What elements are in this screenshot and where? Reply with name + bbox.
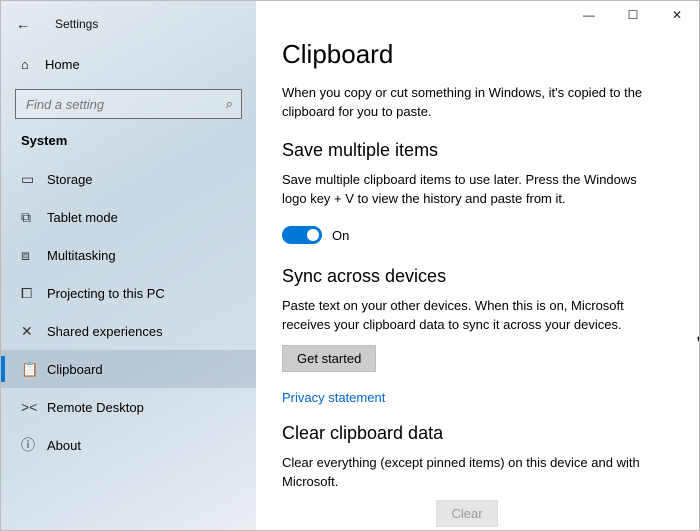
section-sync-title: Sync across devices [282, 266, 671, 287]
window-controls: — ☐ ✕ [567, 1, 699, 29]
sidebar-item-tablet-mode[interactable]: ⧉ Tablet mode [1, 198, 256, 236]
sidebar-item-projecting[interactable]: ⧠ Projecting to this PC [1, 274, 256, 312]
section-clear-title: Clear clipboard data [282, 423, 671, 444]
shared-icon: ✕ [21, 323, 47, 340]
home-label: Home [45, 57, 80, 72]
storage-icon: ▭ [21, 171, 47, 188]
search-icon: ⌕ [226, 96, 233, 112]
sidebar-item-label: Shared experiences [47, 324, 163, 339]
sidebar-item-label: Storage [47, 172, 93, 187]
remote-icon: >< [21, 399, 47, 415]
sidebar-item-label: Remote Desktop [47, 400, 144, 415]
home-icon: ⌂ [21, 57, 45, 72]
page-intro: When you copy or cut something in Window… [282, 84, 652, 122]
toggle-state-label: On [332, 228, 349, 243]
search-box[interactable]: ⌕ [15, 89, 242, 119]
search-wrap: ⌕ [1, 81, 256, 129]
settings-window: ← Settings ⌂ Home ⌕ System ▭ Storage ⧉ T… [1, 1, 699, 530]
sidebar-item-label: About [47, 438, 81, 453]
sidebar-item-clipboard[interactable]: 📋 Clipboard [1, 350, 256, 388]
tablet-icon: ⧉ [21, 209, 47, 226]
window-title: Settings [55, 17, 98, 31]
save-multiple-toggle[interactable] [282, 226, 322, 244]
section-save-multiple-title: Save multiple items [282, 140, 671, 161]
sidebar-item-label: Clipboard [47, 362, 103, 377]
back-button[interactable]: ← [9, 16, 37, 32]
about-icon: ⓘ [21, 435, 47, 455]
sidebar: ← Settings ⌂ Home ⌕ System ▭ Storage ⧉ T… [1, 1, 256, 530]
section-save-multiple-desc: Save multiple clipboard items to use lat… [282, 171, 652, 209]
close-button[interactable]: ✕ [655, 1, 699, 29]
sidebar-item-label: Multitasking [47, 248, 116, 263]
clear-button[interactable]: Clear [436, 500, 497, 527]
content: Clipboard When you copy or cut something… [256, 1, 699, 527]
sidebar-item-shared-experiences[interactable]: ✕ Shared experiences [1, 312, 256, 350]
main-panel: — ☐ ✕ Clipboard When you copy or cut som… [256, 1, 699, 530]
maximize-button[interactable]: ☐ [611, 1, 655, 29]
get-started-button[interactable]: Get started [282, 345, 376, 372]
sidebar-nav: ▭ Storage ⧉ Tablet mode ⧈ Multitasking ⧠… [1, 160, 256, 530]
sidebar-item-multitasking[interactable]: ⧈ Multitasking [1, 236, 256, 274]
sidebar-item-about[interactable]: ⓘ About [1, 426, 256, 464]
sidebar-item-label: Projecting to this PC [47, 286, 165, 301]
clipboard-icon: 📋 [21, 361, 47, 378]
sidebar-item-storage[interactable]: ▭ Storage [1, 160, 256, 198]
section-clear-desc: Clear everything (except pinned items) o… [282, 454, 652, 492]
sidebar-section-label: System [1, 129, 256, 160]
multitasking-icon: ⧈ [21, 247, 47, 264]
page-title: Clipboard [282, 39, 671, 70]
privacy-statement-link[interactable]: Privacy statement [282, 390, 385, 405]
projecting-icon: ⧠ [21, 285, 47, 302]
sidebar-item-remote-desktop[interactable]: >< Remote Desktop [1, 388, 256, 426]
sidebar-home[interactable]: ⌂ Home [1, 47, 256, 81]
save-multiple-toggle-row: On [282, 226, 671, 244]
section-sync-desc: Paste text on your other devices. When t… [282, 297, 652, 335]
sidebar-item-label: Tablet mode [47, 210, 118, 225]
minimize-button[interactable]: — [567, 1, 611, 29]
search-input[interactable] [24, 96, 226, 113]
titlebar-left: ← Settings [1, 7, 256, 41]
